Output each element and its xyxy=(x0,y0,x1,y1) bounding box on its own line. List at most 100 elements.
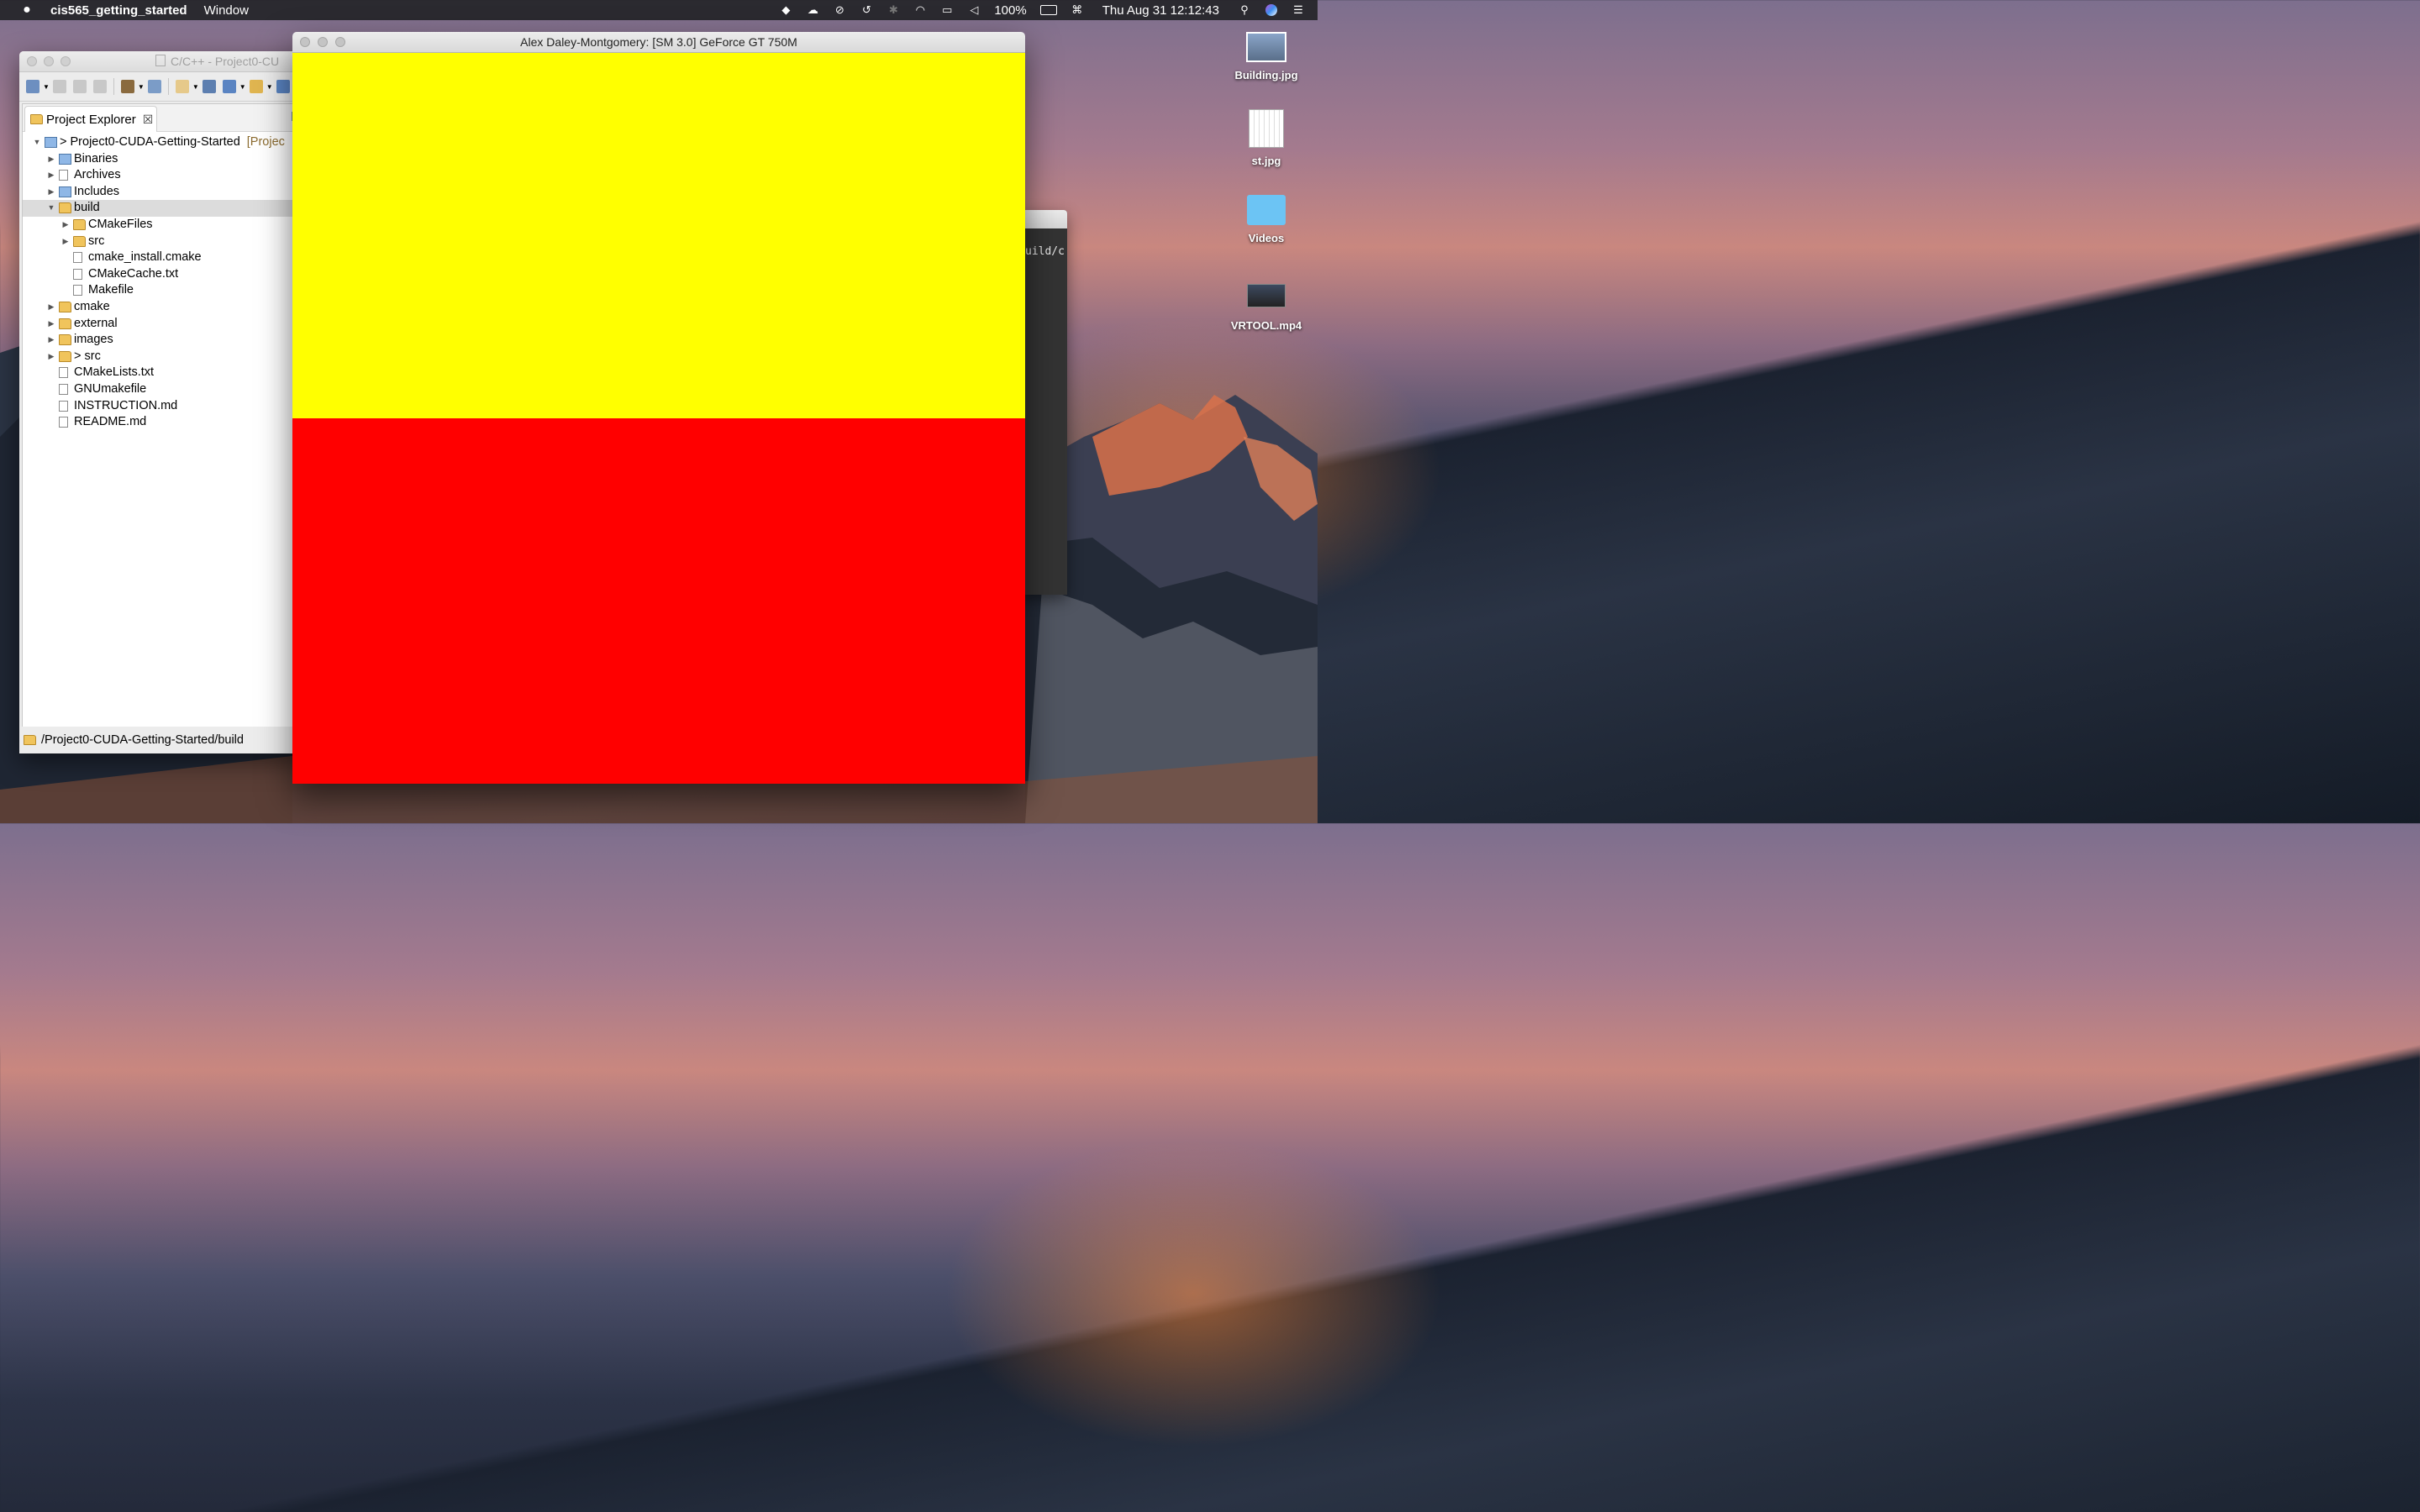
project-decoration: [Projec xyxy=(246,135,285,149)
terminal-titlebar[interactable] xyxy=(1018,210,1067,228)
tree-item-label: > Project0-CUDA-Getting-Started [Projec xyxy=(60,134,285,151)
new-source-icon[interactable] xyxy=(276,80,290,93)
collapsed-twisty-icon[interactable]: ▶ xyxy=(47,184,55,201)
notification-center-icon[interactable]: ☰ xyxy=(1291,3,1306,16)
navigate-icon[interactable] xyxy=(175,80,189,93)
desktop-icon-vrtool[interactable]: VRTOOL.mp4 xyxy=(1220,281,1313,332)
tree-item[interactable]: cmake_install.cmake xyxy=(23,249,305,266)
keyboard-icon[interactable]: ⌘ xyxy=(1070,3,1085,16)
tree-item-text: CMakeFiles xyxy=(88,217,153,231)
tree-item-label: Includes xyxy=(74,184,119,201)
battery-icon[interactable] xyxy=(1039,4,1058,16)
save-icon[interactable] xyxy=(52,80,66,93)
image-thumbnail-icon xyxy=(1249,109,1284,148)
wifi-icon[interactable]: ◠ xyxy=(913,3,928,16)
tree-item[interactable]: ▶ src xyxy=(23,234,305,250)
collapsed-twisty-icon[interactable]: ▶ xyxy=(47,332,55,349)
tree-item-text: GNUmakefile xyxy=(74,381,147,396)
collapsed-twisty-icon[interactable]: ▶ xyxy=(47,316,55,333)
collapsed-twisty-icon[interactable]: ▶ xyxy=(47,151,55,168)
battery-percent[interactable]: 100% xyxy=(994,3,1026,18)
project-explorer-icon xyxy=(30,114,43,124)
cuda-titlebar[interactable]: Alex Daley-Montgomery: [SM 3.0] GeForce … xyxy=(292,32,1025,53)
makefile-icon xyxy=(59,383,68,395)
sync-icon[interactable]: ⊘ xyxy=(832,3,847,16)
tree-item[interactable]: ▼ > Project0-CUDA-Getting-Started [Projec xyxy=(23,134,305,151)
new-folder-dropdown-icon[interactable]: ▼ xyxy=(266,83,273,91)
tree-item-text: build xyxy=(74,201,100,215)
minimize-button[interactable] xyxy=(44,56,54,66)
new-class-icon[interactable] xyxy=(222,80,236,93)
build-dropdown-icon[interactable]: ▼ xyxy=(138,83,145,91)
zoom-button[interactable] xyxy=(60,56,71,66)
yellow-render-region xyxy=(292,53,1025,418)
spotlight-icon[interactable]: ⚲ xyxy=(1237,3,1252,16)
binary-icon[interactable] xyxy=(147,80,161,93)
cuda-output-window: Alex Daley-Montgomery: [SM 3.0] GeForce … xyxy=(292,32,1025,784)
tree-item[interactable]: CMakeLists.txt xyxy=(23,365,305,381)
clock[interactable]: Thu Aug 31 12:12:43 xyxy=(1102,3,1219,18)
tree-item[interactable]: INSTRUCTION.md xyxy=(23,398,305,415)
cuda-window-title: Alex Daley-Montgomery: [SM 3.0] GeForce … xyxy=(520,35,797,49)
new-icon[interactable] xyxy=(26,80,39,93)
desktop-icon-building[interactable]: Building.jpg xyxy=(1220,32,1313,81)
airplay-icon[interactable]: ▭ xyxy=(939,3,955,16)
apple-icon[interactable]: ● xyxy=(18,3,35,18)
expanded-twisty-icon[interactable]: ▼ xyxy=(47,200,55,217)
collapsed-twisty-icon[interactable]: ▶ xyxy=(61,234,70,250)
close-tab-icon[interactable]: ☒ xyxy=(143,113,154,127)
tree-item-text: README.md xyxy=(74,415,147,429)
bluetooth-icon[interactable]: ✱ xyxy=(886,3,901,16)
new-folder-icon[interactable] xyxy=(249,80,263,93)
tree-item[interactable]: ▶ Archives xyxy=(23,167,305,184)
desktop-icon-st[interactable]: st.jpg xyxy=(1220,109,1313,167)
tree-item[interactable]: ▶ cmake xyxy=(23,299,305,316)
archives-icon xyxy=(59,170,68,181)
app-name-menu[interactable]: cis565_getting_started xyxy=(50,3,187,18)
tree-item-label: Archives xyxy=(74,167,121,184)
folder-icon xyxy=(73,235,86,247)
new-class-dropdown-icon[interactable]: ▼ xyxy=(239,83,246,91)
collapsed-twisty-icon[interactable]: ▶ xyxy=(47,349,55,365)
eclipse-window: C/C++ - Project0-CU ▼ ▼ ▼ ▼ ▼ ▼ Project … xyxy=(19,51,305,753)
terminal-window[interactable]: uild/c xyxy=(1018,210,1067,595)
collapsed-twisty-icon[interactable]: ▶ xyxy=(47,167,55,184)
tree-item[interactable]: GNUmakefile xyxy=(23,381,305,398)
volume-icon[interactable]: ◁ xyxy=(966,3,981,16)
toolbar-separator xyxy=(167,78,169,95)
makefile-icon xyxy=(73,285,82,297)
siri-icon[interactable] xyxy=(1264,4,1279,16)
new-dropdown-icon[interactable]: ▼ xyxy=(43,83,50,91)
creative-cloud-icon[interactable]: ☁ xyxy=(805,3,820,16)
time-machine-icon[interactable]: ↺ xyxy=(859,3,874,16)
collapsed-twisty-icon[interactable]: ▶ xyxy=(61,217,70,234)
collapsed-twisty-icon[interactable]: ▶ xyxy=(47,299,55,316)
menu-window[interactable]: Window xyxy=(204,3,249,18)
dropbox-icon[interactable]: ◆ xyxy=(778,3,793,16)
tree-item[interactable]: ▶ images xyxy=(23,332,305,349)
eclipse-titlebar[interactable]: C/C++ - Project0-CU xyxy=(19,51,305,72)
debug-icon[interactable] xyxy=(202,80,216,93)
tree-item[interactable]: ▶ external xyxy=(23,316,305,333)
save-all-icon[interactable] xyxy=(72,80,87,93)
tree-item[interactable]: ▼ build xyxy=(23,200,305,217)
print-icon[interactable] xyxy=(92,80,107,93)
video-thumbnail-icon xyxy=(1247,284,1286,307)
desktop-icon-videos[interactable]: Videos xyxy=(1220,195,1313,244)
desktop-icon-label: VRTOOL.mp4 xyxy=(1230,319,1302,332)
tree-item[interactable]: CMakeCache.txt xyxy=(23,266,305,283)
navigate-dropdown-icon[interactable]: ▼ xyxy=(192,83,199,91)
tree-item-label: external xyxy=(74,316,118,333)
tab-project-explorer[interactable]: Project Explorer ☒ xyxy=(24,106,157,132)
binaries-icon xyxy=(59,153,71,165)
tree-item[interactable]: ▶ CMakeFiles xyxy=(23,217,305,234)
tree-item[interactable]: Makefile xyxy=(23,282,305,299)
tree-item[interactable]: ▶ > src xyxy=(23,349,305,365)
tree-item[interactable]: README.md xyxy=(23,414,305,431)
tree-item[interactable]: ▶ Binaries xyxy=(23,151,305,168)
build-icon[interactable] xyxy=(120,80,134,93)
tree-item[interactable]: ▶ Includes xyxy=(23,184,305,201)
expanded-twisty-icon[interactable]: ▼ xyxy=(33,134,41,151)
close-button[interactable] xyxy=(27,56,37,66)
tree-item-label: INSTRUCTION.md xyxy=(74,398,177,415)
